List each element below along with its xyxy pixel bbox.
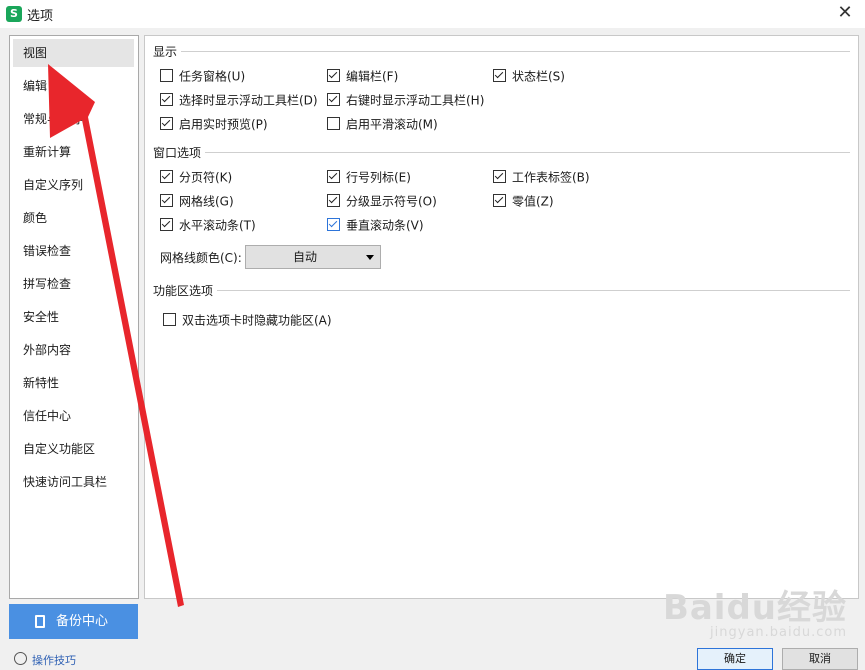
checkbox-label: 启用实时预览(P): [179, 117, 268, 132]
backup-center-label: 备份中心: [56, 614, 109, 629]
checkbox-box[interactable]: [493, 69, 506, 82]
checkbox-smooth-scroll[interactable]: 启用平滑滚动(M): [327, 115, 438, 133]
sidebar-item-general-save[interactable]: 常规与保存: [13, 105, 134, 133]
checkbox-box[interactable]: [163, 313, 176, 326]
options-content-panel: 显示 任务窗格(U) 编辑栏(F) 状态栏(S) 选择时显示浮动工具栏(D) 右…: [144, 35, 859, 599]
gridline-color-label: 网格线颜色(C):: [160, 251, 242, 265]
backup-document-icon: [35, 615, 45, 628]
window-title: 选项: [27, 9, 54, 24]
sidebar-item-external-content[interactable]: 外部内容: [13, 336, 134, 364]
checkbox-box[interactable]: [493, 170, 506, 183]
checkbox-formula-bar[interactable]: 编辑栏(F): [327, 67, 398, 85]
section-divider: [217, 290, 850, 291]
checkbox-gridlines[interactable]: 网格线(G): [160, 192, 234, 210]
sidebar-item-edit[interactable]: 编辑: [13, 72, 134, 100]
dropdown-arrow-icon: [366, 255, 374, 260]
checkbox-label: 右键时显示浮动工具栏(H): [346, 93, 485, 108]
checkbox-box[interactable]: [327, 93, 340, 106]
backup-center-button[interactable]: 备份中心: [9, 604, 138, 639]
checkbox-label: 零值(Z): [512, 194, 554, 209]
checkbox-page-break[interactable]: 分页符(K): [160, 168, 232, 186]
sidebar-item-trust-center[interactable]: 信任中心: [13, 402, 134, 430]
sidebar-item-customize-ribbon[interactable]: 自定义功能区: [13, 435, 134, 463]
gridline-color-dropdown[interactable]: 自动: [245, 245, 381, 269]
checkbox-live-preview[interactable]: 启用实时预览(P): [160, 115, 268, 133]
checkbox-box[interactable]: [493, 194, 506, 207]
title-bar: S 选项 ✕: [0, 0, 865, 28]
info-circle-icon: [14, 652, 27, 665]
checkbox-box[interactable]: [160, 218, 173, 231]
section-title-window-options: 窗口选项: [153, 146, 202, 160]
tips-link-label: 操作技巧: [32, 654, 76, 667]
sidebar-item-recalculate[interactable]: 重新计算: [13, 138, 134, 166]
wps-spreadsheet-icon: S: [6, 6, 22, 22]
checkbox-task-pane[interactable]: 任务窗格(U): [160, 67, 245, 85]
checkbox-label: 网格线(G): [179, 194, 234, 209]
ok-button[interactable]: 确定: [697, 648, 773, 670]
cancel-button[interactable]: 取消: [782, 648, 858, 670]
section-divider: [181, 51, 850, 52]
checkbox-hide-ribbon-on-double-click[interactable]: 双击选项卡时隐藏功能区(A): [163, 311, 332, 329]
checkbox-label: 编辑栏(F): [346, 69, 399, 84]
checkbox-label: 任务窗格(U): [179, 69, 246, 84]
checkbox-outline-symbols[interactable]: 分级显示符号(O): [327, 192, 437, 210]
checkbox-label: 垂直滚动条(V): [346, 218, 424, 233]
section-title-display: 显示: [153, 45, 178, 59]
section-title-ribbon: 功能区选项: [153, 284, 214, 298]
close-button[interactable]: ✕: [835, 3, 855, 23]
checkbox-floating-toolbar-select[interactable]: 选择时显示浮动工具栏(D): [160, 91, 318, 109]
checkbox-floating-toolbar-rightclick[interactable]: 右键时显示浮动工具栏(H): [327, 91, 484, 109]
sidebar-item-custom-list[interactable]: 自定义序列: [13, 171, 134, 199]
checkbox-horizontal-scrollbar[interactable]: 水平滚动条(T): [160, 216, 256, 234]
sidebar-item-security[interactable]: 安全性: [13, 303, 134, 331]
checkbox-box[interactable]: [327, 117, 340, 130]
options-sidebar: 视图 编辑 常规与保存 重新计算 自定义序列 颜色 错误检查 拼写检查 安全性 …: [9, 35, 139, 599]
checkbox-label: 工作表标签(B): [512, 170, 590, 185]
checkbox-vertical-scrollbar[interactable]: 垂直滚动条(V): [327, 216, 424, 234]
tips-link[interactable]: 操作技巧: [14, 652, 76, 668]
checkbox-label: 选择时显示浮动工具栏(D): [179, 93, 318, 108]
checkbox-box[interactable]: [327, 218, 340, 231]
checkbox-label: 状态栏(S): [512, 69, 565, 84]
checkbox-sheet-tabs[interactable]: 工作表标签(B): [493, 168, 590, 186]
checkbox-box[interactable]: [327, 69, 340, 82]
checkbox-label: 水平滚动条(T): [179, 218, 256, 233]
sidebar-item-error-check[interactable]: 错误检查: [13, 237, 134, 265]
sidebar-item-new-features[interactable]: 新特性: [13, 369, 134, 397]
sidebar-item-color[interactable]: 颜色: [13, 204, 134, 232]
checkbox-box[interactable]: [160, 170, 173, 183]
checkbox-status-bar[interactable]: 状态栏(S): [493, 67, 565, 85]
watermark-main-text: Baidu经验: [662, 588, 847, 628]
checkbox-box[interactable]: [160, 93, 173, 106]
checkbox-label: 分级显示符号(O): [346, 194, 437, 209]
checkbox-zero-values[interactable]: 零值(Z): [493, 192, 554, 210]
baidu-watermark: Baidu经验 jingyan.baidu.com: [663, 580, 847, 640]
checkbox-label: 启用平滑滚动(M): [346, 117, 438, 132]
checkbox-label: 行号列标(E): [346, 170, 411, 185]
sidebar-item-quick-access-toolbar[interactable]: 快速访问工具栏: [13, 468, 134, 496]
dropdown-value: 自动: [292, 250, 317, 264]
checkbox-box[interactable]: [160, 194, 173, 207]
checkbox-box[interactable]: [327, 194, 340, 207]
sidebar-item-view[interactable]: 视图: [13, 39, 134, 67]
checkbox-box[interactable]: [160, 69, 173, 82]
checkbox-row-col-headers[interactable]: 行号列标(E): [327, 168, 411, 186]
section-divider: [205, 152, 850, 153]
checkbox-box[interactable]: [327, 170, 340, 183]
checkbox-box[interactable]: [160, 117, 173, 130]
sidebar-item-spell-check[interactable]: 拼写检查: [13, 270, 134, 298]
checkbox-label: 分页符(K): [179, 170, 233, 185]
checkbox-label: 双击选项卡时隐藏功能区(A): [182, 313, 332, 328]
